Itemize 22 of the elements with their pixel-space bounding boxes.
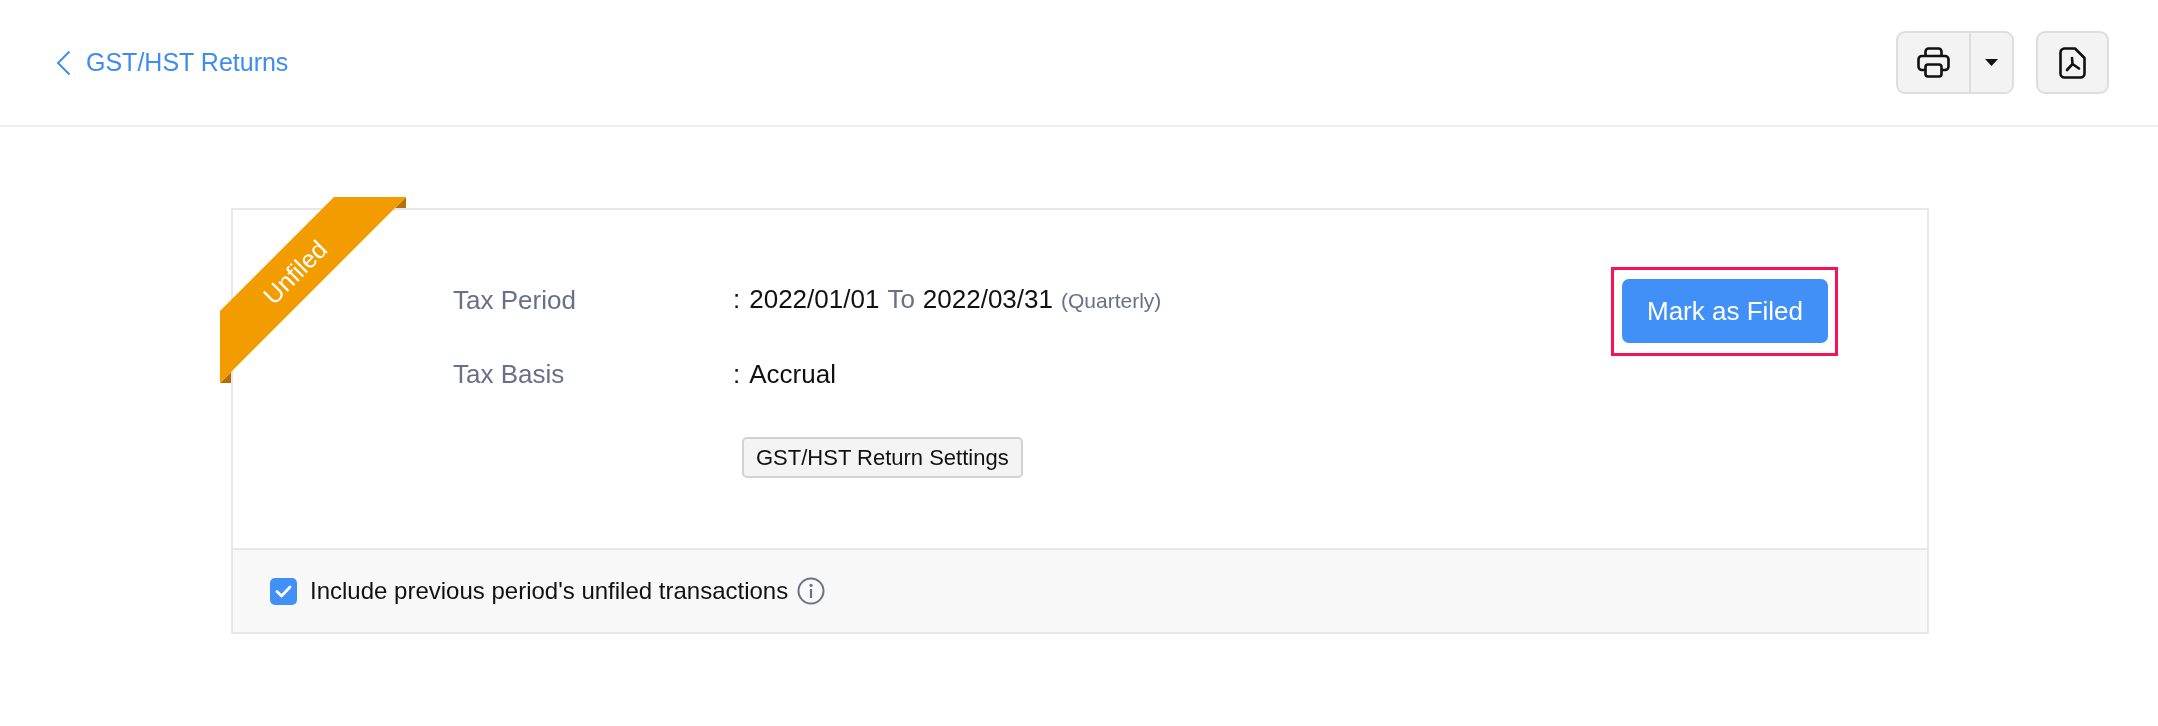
checkbox[interactable] bbox=[270, 577, 297, 605]
field-separator: : bbox=[733, 283, 741, 315]
field-value: Accrual bbox=[749, 358, 836, 390]
pdf-button[interactable] bbox=[2036, 31, 2109, 94]
field-label: Tax Period bbox=[453, 284, 577, 316]
range-connector: To bbox=[887, 283, 915, 315]
info-icon bbox=[797, 577, 826, 605]
field-value: 2022/03/31 bbox=[922, 283, 1053, 315]
mark-as-filed-button[interactable]: Mark as Filed bbox=[1622, 279, 1828, 343]
back-link[interactable]: GST/HST Returns bbox=[56, 48, 289, 77]
caret-down-icon bbox=[1985, 59, 1998, 66]
printer-icon bbox=[1917, 47, 1950, 78]
field-value: 2022/01/01 bbox=[749, 283, 880, 315]
document-icon bbox=[2059, 46, 2086, 79]
print-button[interactable] bbox=[1896, 31, 1969, 94]
period-note: (Quarterly) bbox=[1061, 288, 1162, 314]
settings-button[interactable]: GST/HST Return Settings bbox=[742, 437, 1023, 478]
checkbox-label: Include previous period's unfiled transactions bbox=[310, 577, 789, 605]
field-separator: : bbox=[733, 358, 741, 390]
field-label: Tax Basis bbox=[453, 358, 566, 390]
chevron-left-icon bbox=[56, 49, 71, 76]
check-icon bbox=[275, 584, 292, 598]
